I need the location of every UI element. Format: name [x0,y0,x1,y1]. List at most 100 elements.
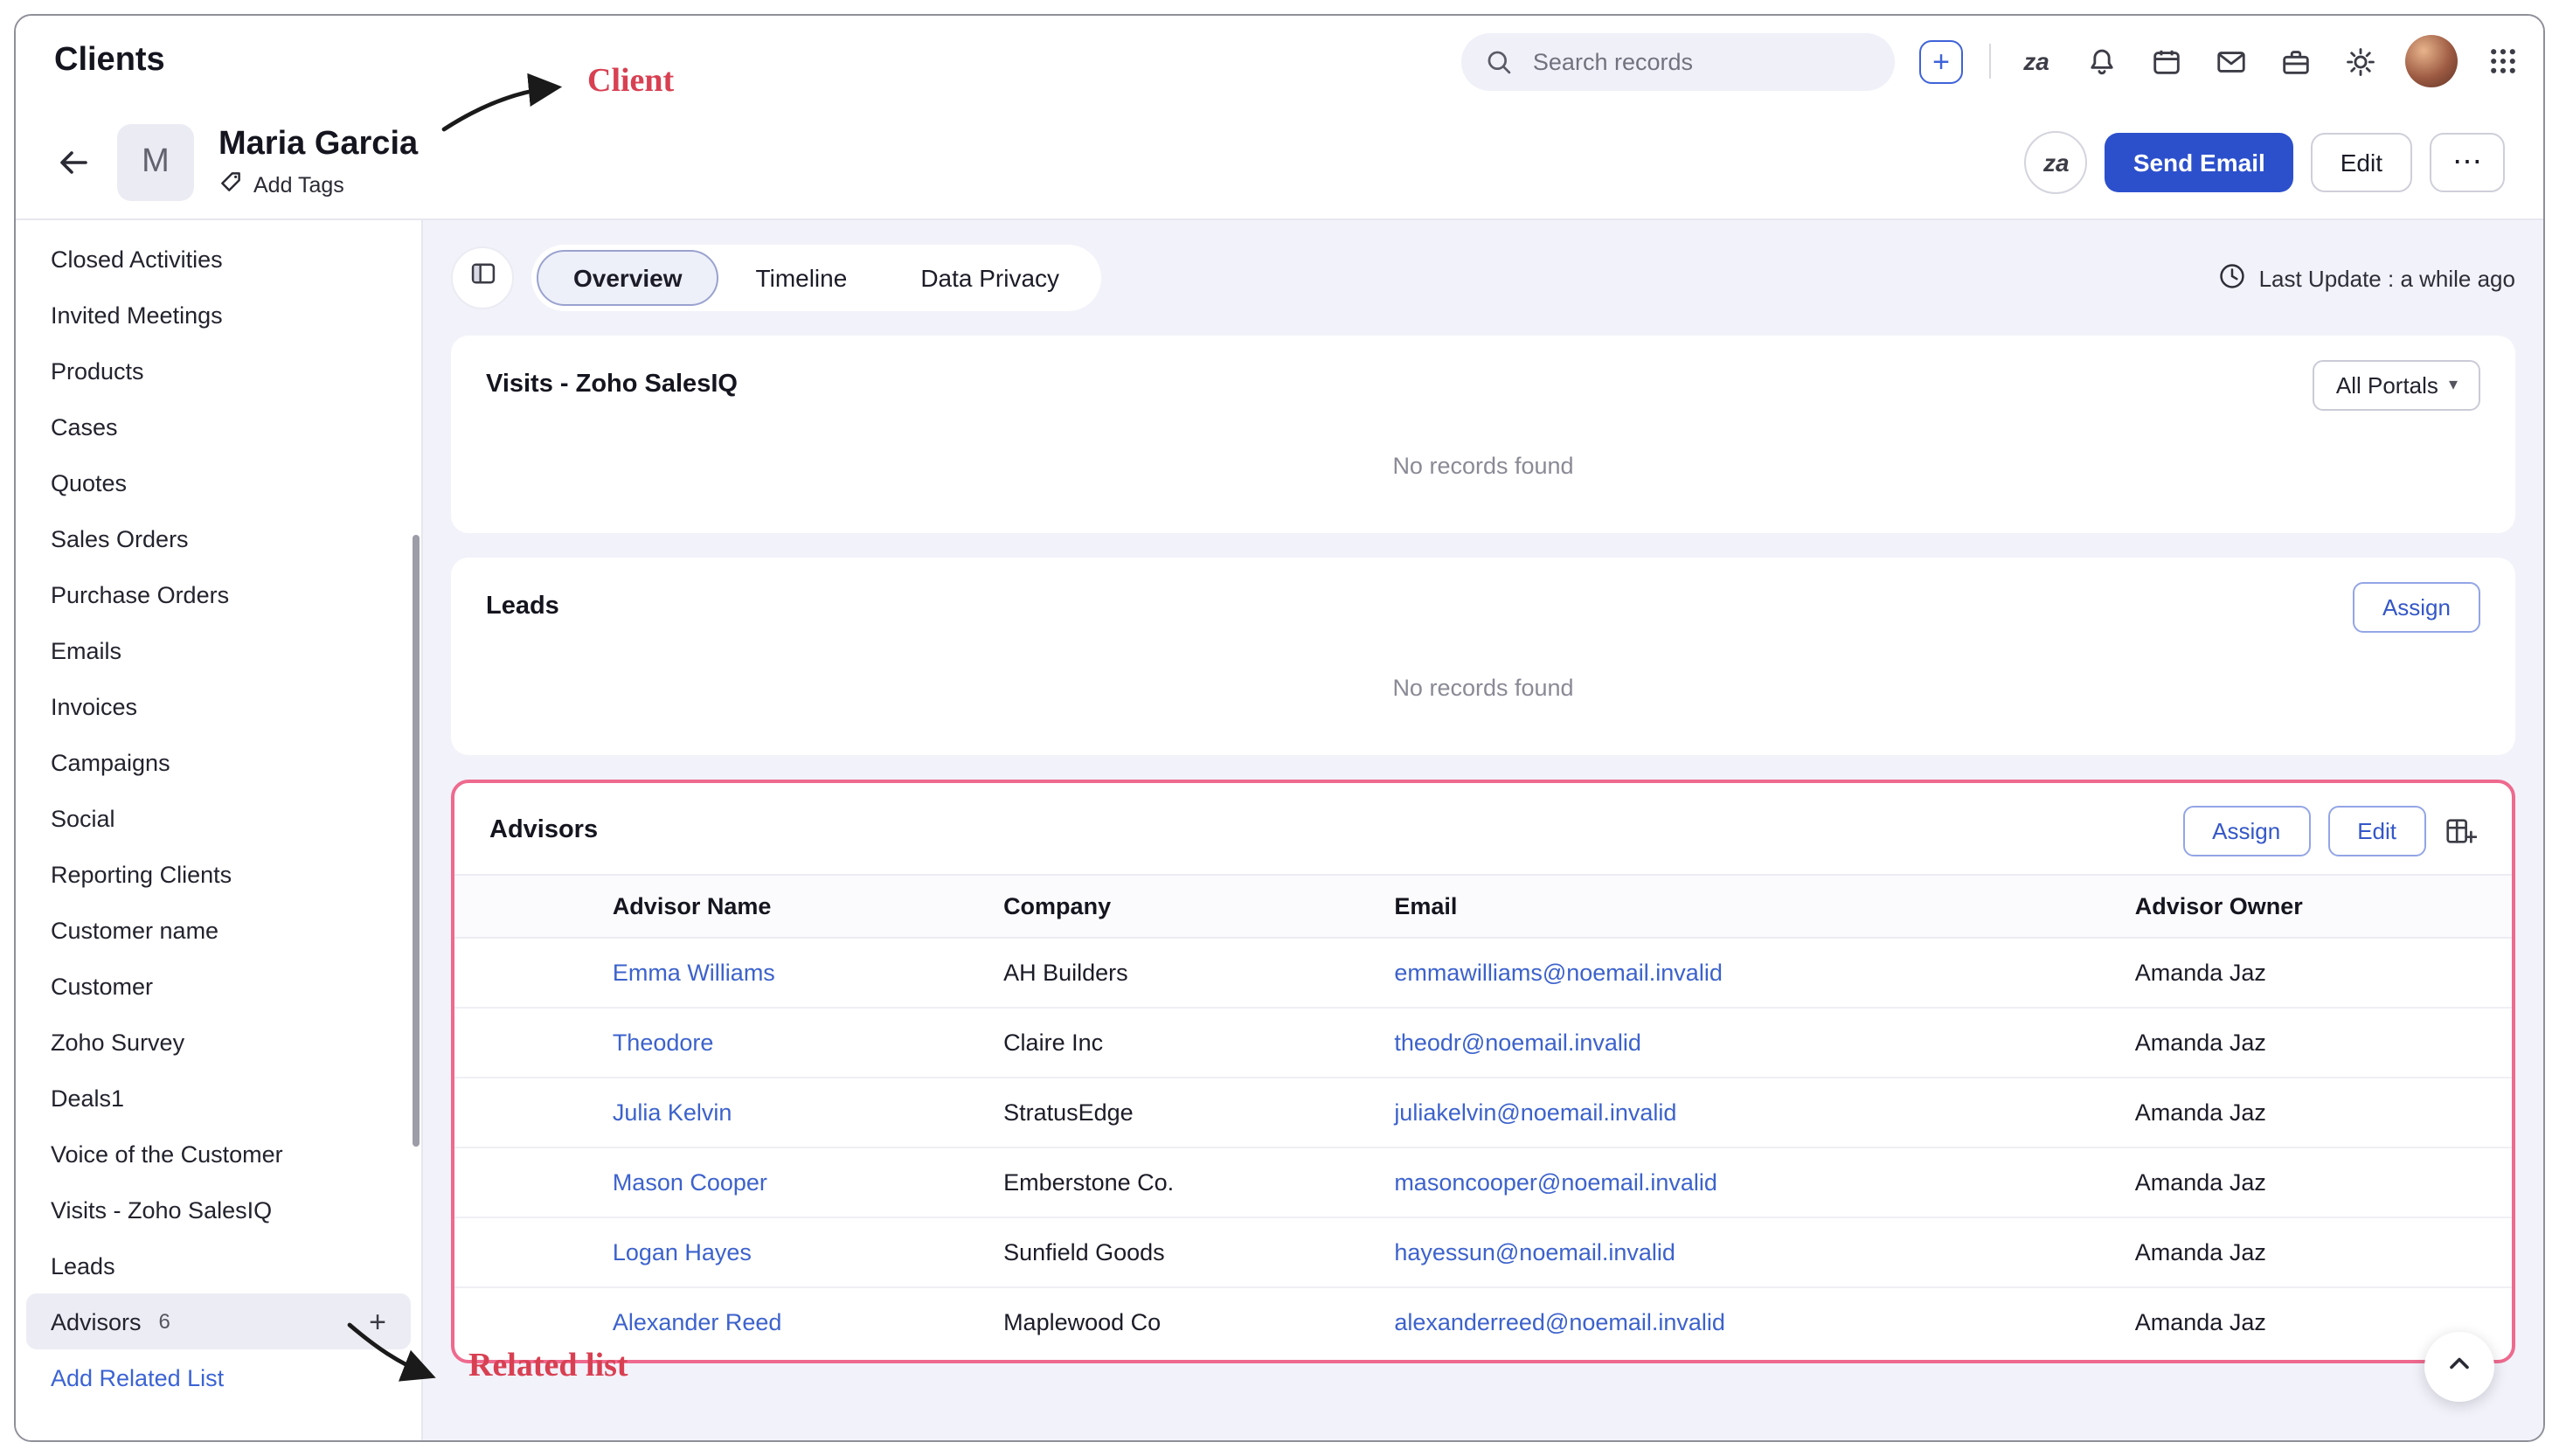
sidebar-item-closed-activities[interactable]: Closed Activities [16,231,421,287]
sidebar-item-zoho-survey[interactable]: Zoho Survey [16,1014,421,1070]
advisor-name-link[interactable]: Julia Kelvin [613,1099,732,1126]
visits-salesiq-card: Visits - Zoho SalesIQ All Portals ▾ No r… [451,336,2515,533]
scroll-to-top-button[interactable] [2424,1332,2494,1402]
sidebar-item-advisors[interactable]: Advisors 6 + [26,1293,411,1349]
sidebar-item-social[interactable]: Social [16,790,421,846]
advisor-company: Emberstone Co. [989,1147,1380,1217]
advisor-name-link[interactable]: Logan Hayes [613,1239,752,1265]
calendar-icon[interactable] [2146,42,2185,80]
related-list-sidebar: Closed Activities Invited Meetings Produ… [16,220,423,1440]
sidebar-item-quotes[interactable]: Quotes [16,454,421,510]
advisor-email-link[interactable]: alexanderreed@noemail.invalid [1394,1309,1725,1335]
chevron-up-icon [2444,1347,2475,1387]
column-advisor-owner: Advisor Owner [2121,875,2512,938]
collapse-panel-icon [468,259,497,297]
chevron-down-icon: ▾ [2449,375,2458,394]
sidebar-item-products[interactable]: Products [16,343,421,399]
user-avatar[interactable] [2405,35,2458,87]
sidebar-scrollbar[interactable] [413,535,420,1147]
advisor-email-link[interactable]: emmawilliams@noemail.invalid [1394,960,1723,986]
advisor-owner: Amanda Jaz [2121,1008,2512,1078]
edit-button[interactable]: Edit [2311,133,2412,192]
leads-assign-button[interactable]: Assign [2353,581,2480,632]
more-actions-button[interactable]: ⋯ [2430,133,2505,192]
add-column-table-icon[interactable] [2444,814,2477,847]
advisor-company: StratusEdge [989,1078,1380,1147]
advisors-assign-button[interactable]: Assign [2182,805,2310,856]
advisor-name-link[interactable]: Theodore [613,1030,714,1056]
sidebar-item-campaigns[interactable]: Campaigns [16,734,421,790]
add-tags-button[interactable]: Add Tags [218,170,418,200]
sidebar-item-reporting-clients[interactable]: Reporting Clients [16,846,421,902]
app-window: Clients + za [0,0,2559,1456]
advisor-email-link[interactable]: theodr@noemail.invalid [1394,1030,1641,1056]
all-portals-dropdown[interactable]: All Portals ▾ [2313,359,2480,410]
tag-icon [218,170,243,200]
record-avatar-tile: M [117,124,194,201]
visits-empty-state: No records found [486,411,2480,510]
record-detail-content: Overview Timeline Data Privacy Last Upda… [423,220,2543,1440]
module-title: Clients [54,42,165,80]
advisor-owner: Amanda Jaz [2121,938,2512,1008]
marketplace-icon[interactable] [2276,42,2314,80]
notifications-bell-icon[interactable] [2082,42,2120,80]
tab-data-privacy[interactable]: Data Privacy [884,250,1096,306]
advisor-name-link[interactable]: Mason Cooper [613,1169,767,1196]
record-header: M Maria Garcia Add Tags za Send Email Ed… [16,107,2543,220]
send-email-button[interactable]: Send Email [2105,133,2293,192]
advisors-edit-button[interactable]: Edit [2327,805,2426,856]
back-button[interactable] [54,143,93,182]
advisors-table: Advisor Name Company Email Advisor Owner… [454,874,2512,1356]
sidebar-item-sales-orders[interactable]: Sales Orders [16,510,421,566]
settings-gear-icon[interactable] [2341,42,2379,80]
sidebar-item-customer-name[interactable]: Customer name [16,902,421,958]
add-related-list-link[interactable]: Add Related List [16,1349,421,1405]
column-email: Email [1380,875,2120,938]
leads-empty-state: No records found [486,633,2480,732]
topbar-divider [1989,44,1991,79]
search-input[interactable] [1529,46,1874,76]
collapse-panel-button[interactable] [451,246,514,309]
tab-overview[interactable]: Overview [537,250,719,306]
sidebar-item-voice-of-the-customer[interactable]: Voice of the Customer [16,1126,421,1182]
advisor-email-link[interactable]: masoncooper@noemail.invalid [1394,1169,1717,1196]
column-company: Company [989,875,1380,938]
sidebar-item-purchase-orders[interactable]: Purchase Orders [16,566,421,622]
advisor-row: Julia Kelvin StratusEdge juliakelvin@noe… [454,1078,2512,1147]
leads-card-title: Leads [486,593,559,621]
advisors-card-title: Advisors [489,816,598,844]
advisor-owner: Amanda Jaz [2121,1147,2512,1217]
advisor-row: Emma Williams AH Builders emmawilliams@n… [454,938,2512,1008]
advisor-owner: Amanda Jaz [2121,1217,2512,1287]
sidebar-item-customer[interactable]: Customer [16,958,421,1014]
column-advisor-name: Advisor Name [599,875,989,938]
mail-icon[interactable] [2211,42,2250,80]
quick-create-button[interactable]: + [1919,39,1963,83]
advisor-email-link[interactable]: hayessun@noemail.invalid [1394,1239,1675,1265]
sidebar-item-invited-meetings[interactable]: Invited Meetings [16,287,421,343]
app-launcher-grid-icon[interactable] [2484,42,2522,80]
sidebar-item-emails[interactable]: Emails [16,622,421,678]
advisor-company: Maplewood Co [989,1287,1380,1356]
record-tabs: Overview Timeline Data Privacy [531,245,1101,311]
sidebar-item-invoices[interactable]: Invoices [16,678,421,734]
last-update-status: Last Update : a while ago [2219,261,2515,295]
leads-card: Leads Assign No records found [451,558,2515,755]
advisor-name-link[interactable]: Emma Williams [613,960,775,986]
advisor-company: AH Builders [989,938,1380,1008]
global-search[interactable] [1461,32,1895,90]
sidebar-item-leads[interactable]: Leads [16,1238,421,1293]
zia-icon[interactable]: za [2017,42,2056,80]
sidebar-item-deals1[interactable]: Deals1 [16,1070,421,1126]
advisor-row: Logan Hayes Sunfield Goods hayessun@noem… [454,1217,2512,1287]
advisor-name-link[interactable]: Alexander Reed [613,1309,782,1335]
advisor-email-link[interactable]: juliakelvin@noemail.invalid [1394,1099,1676,1126]
tab-timeline[interactable]: Timeline [719,250,884,306]
search-icon [1482,42,1515,80]
zia-assistant-button[interactable]: za [2025,131,2088,194]
advisor-row: Theodore Claire Inc theodr@noemail.inval… [454,1008,2512,1078]
sidebar-item-cases[interactable]: Cases [16,399,421,454]
sidebar-item-label: Advisors [51,1308,142,1335]
add-advisor-plus-button[interactable]: + [369,1307,386,1336]
sidebar-item-visits-zoho-salesiq[interactable]: Visits - Zoho SalesIQ [16,1182,421,1238]
